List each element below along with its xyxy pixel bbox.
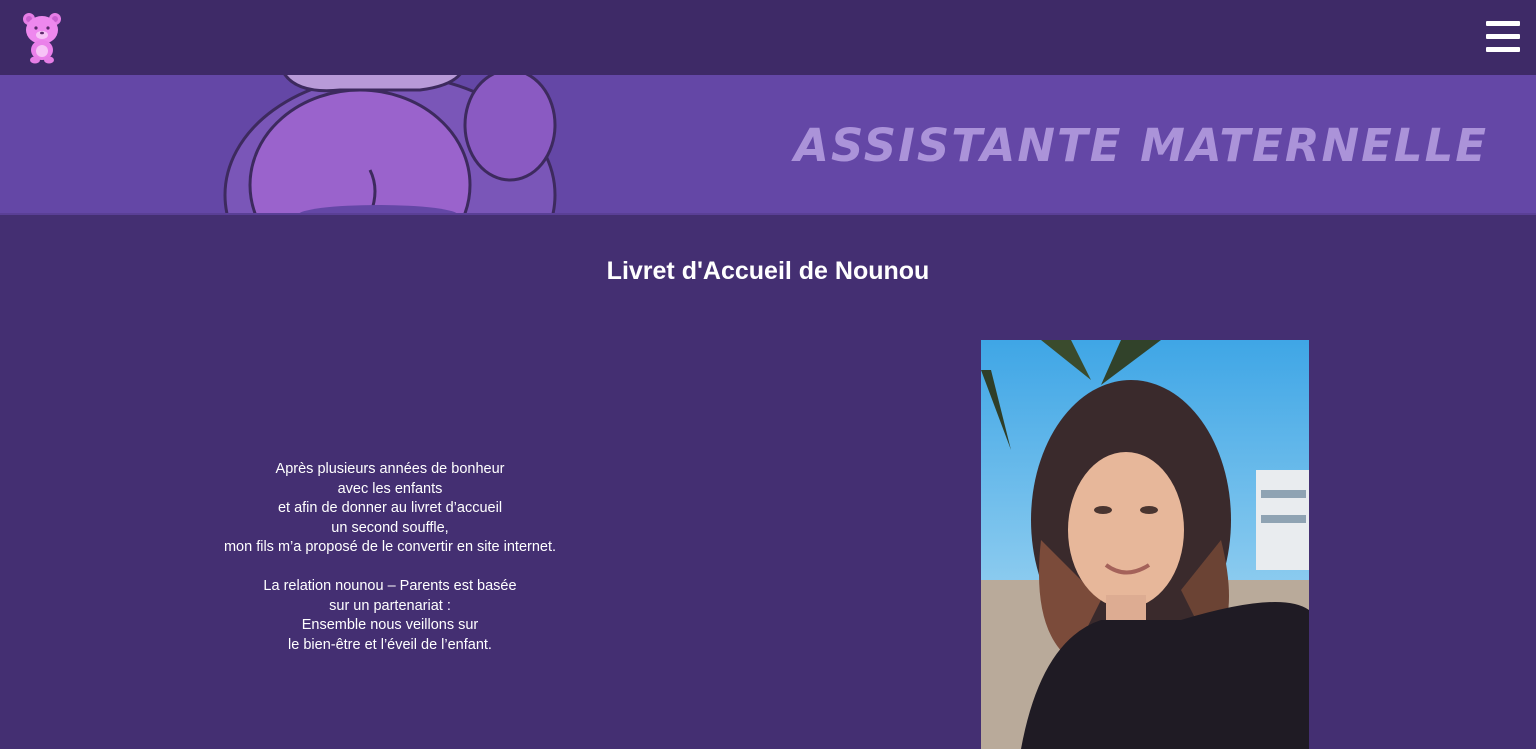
teddy-bear-illustration [223, 75, 557, 213]
banner-title: ASSISTANTE MATERNELLE [794, 119, 1488, 172]
intro-text: Après plusieurs années de bonheur avec l… [190, 460, 590, 655]
header-banner: ASSISTANTE MATERNELLE [0, 75, 1536, 215]
portrait-photo [981, 340, 1309, 749]
hamburger-menu-icon[interactable] [1486, 21, 1520, 53]
page-title: Livret d'Accueil de Nounou [606, 257, 930, 285]
intro-paragraph: La relation nounou – Parents est basée s… [263, 578, 517, 653]
intro-paragraph: Après plusieurs années de bonheur avec l… [223, 461, 557, 555]
top-bar [0, 0, 1536, 75]
teddy-bear-icon[interactable] [20, 10, 64, 64]
